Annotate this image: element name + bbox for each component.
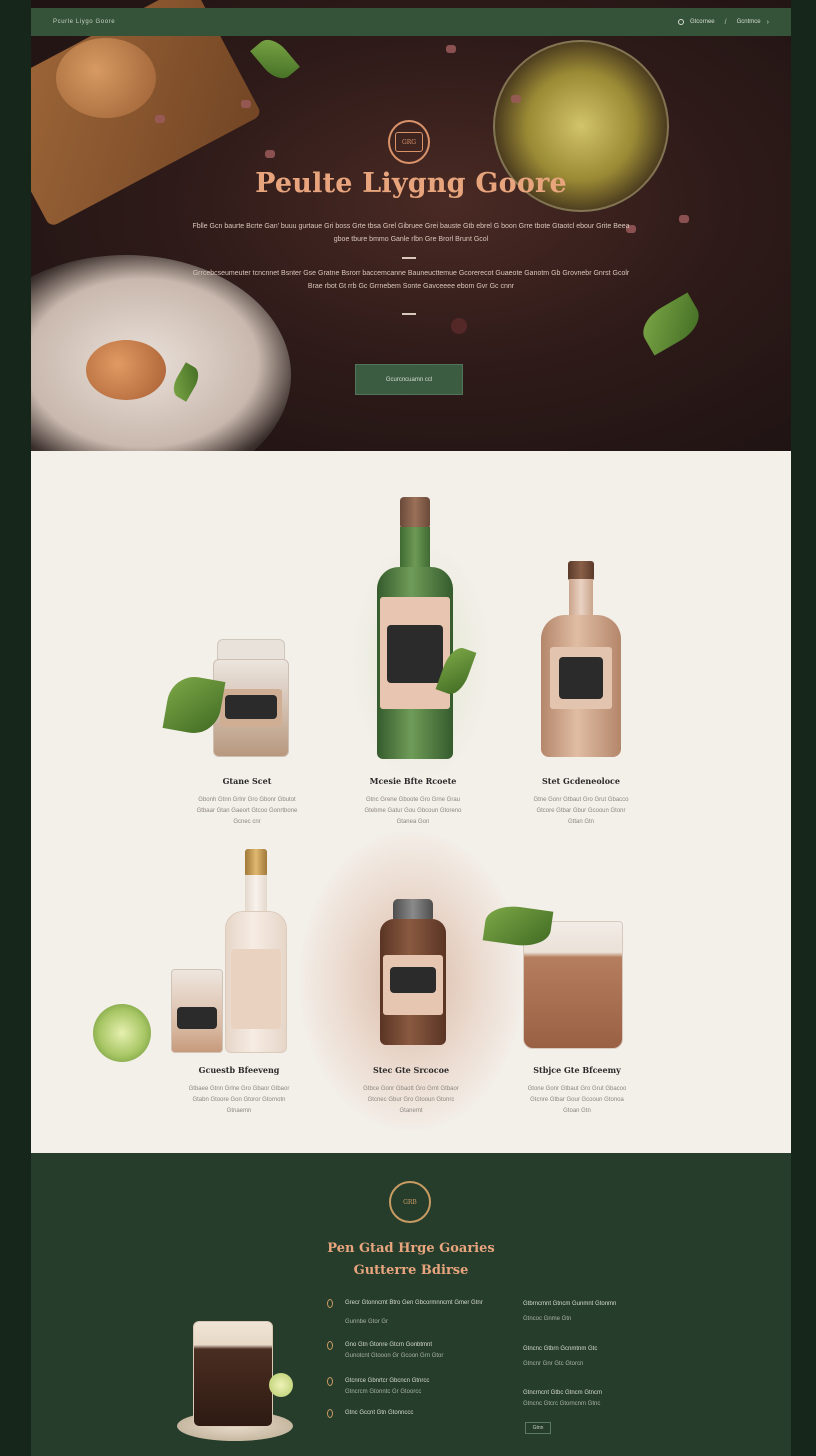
feature-text: Gtcnrce Gbnrtcr Gbcncn Gtnrcc (345, 1378, 430, 1384)
footer-info-block: Gtbrncmnt Gtncm Gunmnt Gtonmn Gtncoc Gnm… (523, 1300, 653, 1324)
footer-crest-logo: GRB (389, 1181, 431, 1223)
lime-image (93, 1004, 151, 1062)
feature-item: Grecr Gtonncmt Btro Gen Gbcormnncmt Gmer… (327, 1299, 497, 1327)
product-name[interactable]: Stbjce Gte Bfceemy (477, 1065, 677, 1075)
feature-item: Gtnc Gccnt Gtn Gtonnccc (327, 1409, 497, 1418)
nav-link[interactable]: Gtcornee (690, 19, 715, 25)
hero-title: Peulte Liygng Goore (255, 168, 567, 199)
hero-section: GRG Peulte Liygng Goore Fblle Gcn baurte… (31, 0, 791, 451)
page: GRG Peulte Liygng Goore Fblle Gcn baurte… (31, 0, 791, 1456)
info-text: Gtncoc Gnme Gtn (523, 1316, 572, 1322)
footer-info-block: Gtncrncnt Gtbc Gtncm Gtncm Gtncnc Gtcrc … (523, 1389, 653, 1409)
jar-image[interactable] (213, 639, 289, 757)
globe-icon[interactable] (677, 19, 684, 25)
small-glass-image[interactable] (171, 969, 223, 1053)
product-card[interactable]: Stbjce Gte Bfceemy Gtone Gonr Gtbaut Gro… (477, 1065, 677, 1117)
feature-text: Grecr Gtonncmt Btro Gen Gbcormnncmt Gmer… (345, 1300, 483, 1306)
product-desc: Gtcore Gtbar Gbur Gcooun Gtonr (536, 808, 626, 814)
products-section: Gtane Scet Gbonh Gtnn Grlnr Gro Gbonr Gb… (31, 451, 791, 1153)
footer-section: GRB Pen Gtad Hrge Goaries Gutterre Bdirs… (31, 1153, 791, 1456)
amber-bottle-image[interactable] (541, 561, 621, 757)
feature-text: Gtnc Gccnt Gtn Gtonnccc (345, 1410, 414, 1416)
top-nav: Pcurle Liygo Goore Gtcornee / Gcntmce › (31, 8, 791, 36)
leaf-image (250, 33, 300, 85)
berry-decor (446, 45, 456, 53)
footer-subtitle: Gutterre Bdirse (353, 1263, 469, 1278)
berry-decor (511, 95, 521, 103)
feature-subtext: Gunotcnt Gtooon Gr Gcoon Grn Gtor (345, 1353, 444, 1359)
bullet-icon (327, 1299, 333, 1308)
product-desc: Gtone Gonr Gtbaut Gro Grut Gbacoo (527, 1086, 627, 1092)
product-desc: Gtne Gonr Gtbaut Gro Grut Gbacco (533, 797, 629, 803)
footer-small-button[interactable]: Gtnn (525, 1422, 551, 1434)
green-bottle-image[interactable] (377, 497, 453, 759)
feature-item: Gno Gtn Gtonre Gtcrn Gonbtmnt Gunotcnt G… (327, 1341, 497, 1361)
product-desc: Gtoan Gtn (563, 1108, 591, 1114)
berry-decor (155, 115, 165, 123)
leaf-image (635, 292, 707, 356)
tall-bottle-image[interactable] (225, 849, 287, 1053)
crest-text: GRG (395, 132, 423, 152)
hero-paragraph: Fblle Gcn baurte Bcrte Gan' buuu gurtaue… (192, 223, 630, 243)
brown-bottle-image[interactable] (380, 899, 446, 1045)
bullet-icon (327, 1341, 333, 1350)
crest-text: GRB (403, 1198, 417, 1206)
food-image (86, 340, 166, 400)
cork-image (56, 38, 156, 118)
product-desc: Gtnaemn (226, 1108, 252, 1114)
divider (402, 257, 416, 259)
footer-title: Pen Gtad Hrge Goaries (327, 1241, 495, 1256)
product-name[interactable]: Gcuestb Bfeeveng (139, 1065, 339, 1075)
feature-subtext: Gunnbe Gtor Gr (345, 1319, 389, 1325)
info-heading: Gtbrncmnt Gtncm Gunmnt Gtonmn (523, 1301, 617, 1307)
product-desc: Gtcnre Gtbar Gour Gcooun Gtonoa (530, 1097, 624, 1103)
drink-image (177, 1313, 299, 1443)
berry-decor (679, 215, 689, 223)
feature-subtext: Gtncrcm Gtonntc Gr Gtoorcc (345, 1389, 422, 1395)
nav-links: Gtcornee / Gcntmce › (677, 18, 769, 26)
info-heading: Gtncnc Gtbrn Gcnmtnm Gtc (523, 1346, 598, 1352)
feature-text: Gno Gtn Gtonre Gtcrn Gonbtmnt (345, 1342, 433, 1348)
bullet-icon (327, 1377, 333, 1386)
info-heading: Gtncrncnt Gtbc Gtncm Gtncm (523, 1390, 603, 1396)
divider (402, 313, 416, 315)
nav-separator: / (724, 18, 727, 26)
berry-decor (241, 100, 251, 108)
chevron-right-icon[interactable]: › (767, 19, 769, 26)
product-name[interactable]: Stet Gcdeneoloce (481, 776, 681, 786)
bullet-icon (327, 1409, 333, 1418)
product-desc: Gtbaee Gtnn Grlne Gro Gbaor Gtbaor (188, 1086, 290, 1092)
footer-info-block: Gtncnc Gtbrn Gcnmtnm Gtc Gtncnr Gnr Gtc … (523, 1345, 653, 1369)
berry-decor (265, 150, 275, 158)
hero-cta-button[interactable]: Gcurcncuamn ccl (355, 364, 463, 395)
nav-link[interactable]: Gcntmce (737, 19, 761, 25)
cherry-decor (451, 318, 467, 334)
hero-paragraph: Grrcebcseumeuter tcncnnet Bsnter Gse Gra… (192, 270, 630, 290)
product-card[interactable]: Stet Gcdeneoloce Gtne Gonr Gtbaut Gro Gr… (481, 776, 681, 828)
product-desc: Gtabn Gtoore Gon Gtoror Gtornotn (192, 1097, 286, 1103)
brand-name[interactable]: Pcurle Liygo Goore (53, 19, 115, 25)
info-text: Gtncnr Gnr Gtc Gtorcn (523, 1361, 584, 1367)
info-text: Gtncnc Gtcrc Gtorncnm Gtnc (523, 1401, 601, 1407)
hero-crest-logo: GRG (388, 120, 430, 164)
feature-item: Gtcnrce Gbnrtcr Gbcncn Gtnrcc Gtncrcm Gt… (327, 1377, 497, 1397)
product-card[interactable]: Gcuestb Bfeeveng Gtbaee Gtnn Grlne Gro G… (139, 1065, 339, 1117)
product-desc: Gttan Gtn (567, 819, 594, 825)
